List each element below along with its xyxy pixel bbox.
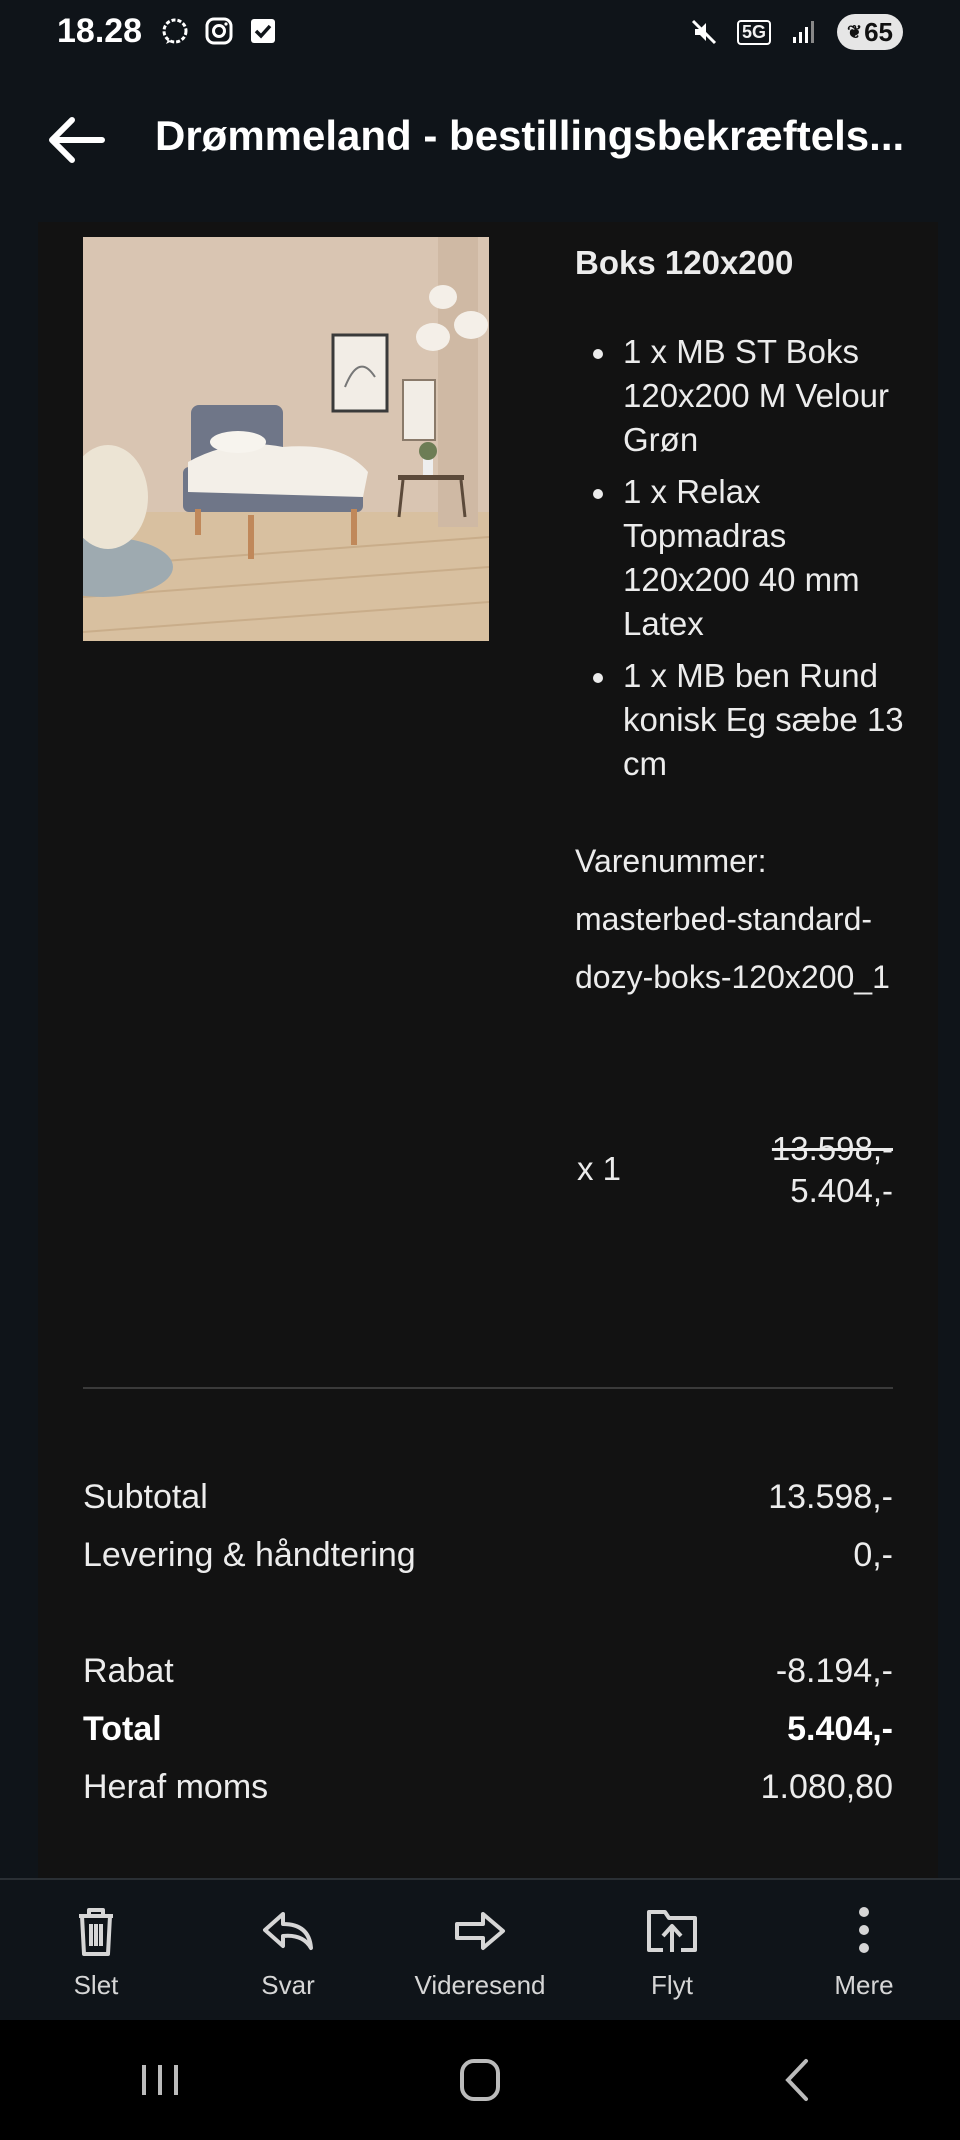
reply-button[interactable]: Svar <box>192 1880 384 2020</box>
status-notification-icons <box>160 16 278 46</box>
discounted-price: 5.404,- <box>790 1172 893 1209</box>
folder-move-icon <box>647 1910 697 1952</box>
product-image <box>83 237 489 641</box>
product-contents-list: 1 x MB ST Boks 120x200 M Velour Grøn 1 x… <box>575 330 915 794</box>
battery-icon: ❦ 65 <box>837 14 903 50</box>
original-price: 13.598,- <box>771 1130 893 1167</box>
chevron-left-icon <box>785 2059 808 2101</box>
battery-level: 65 <box>864 16 893 47</box>
navigation-bar <box>0 2020 960 2140</box>
system-back-button[interactable] <box>740 2040 860 2120</box>
forward-label: Videresend <box>414 1970 546 2000</box>
discount-label: Rabat <box>83 1652 174 1690</box>
mute-icon <box>691 19 717 45</box>
list-item: 1 x MB ben Rund konisk Eg sæbe 13 cm <box>575 654 915 786</box>
product-title: Boks 120x200 <box>575 244 794 281</box>
reply-icon <box>263 1912 313 1950</box>
subtotal-row: Subtotal 13.598,- <box>83 1478 893 1517</box>
battery-leaf-icon: ❦ <box>846 21 863 42</box>
reply-label: Svar <box>261 1970 315 2000</box>
arrow-left-icon <box>49 117 105 163</box>
vat-label: Heraf moms <box>83 1768 269 1806</box>
email-subject: Drømmeland - bestillingsbekræftels... <box>155 112 905 159</box>
list-item: 1 x MB ST Boks 120x200 M Velour Grøn <box>575 330 915 462</box>
subtotal-label: Subtotal <box>83 1478 208 1516</box>
email-action-bar: Slet Svar Videresend Flyt Mere <box>0 1878 960 2020</box>
checkbox-icon <box>251 19 275 43</box>
delete-label: Slet <box>73 1970 119 2000</box>
home-button[interactable] <box>420 2040 540 2120</box>
recent-apps-button[interactable] <box>100 2040 220 2120</box>
vat-row: Heraf moms 1.080,80 <box>83 1768 893 1807</box>
recent-apps-icon <box>142 2065 178 2095</box>
status-time: 18.28 <box>57 12 143 50</box>
delivery-label: Levering & håndtering <box>83 1536 416 1574</box>
email-screen: 18.28 5G ❦ 65 Drømmeland - bestillingsbe… <box>0 0 960 2140</box>
instagram-icon <box>205 17 233 45</box>
list-item: 1 x Relax Topmadras 120x200 40 mm Latex <box>575 470 915 646</box>
more-label: Mere <box>834 1970 894 2000</box>
total-value: 5.404,- <box>787 1710 893 1748</box>
discount-row: Rabat -8.194,- <box>83 1652 893 1691</box>
chat-bubble-icon <box>162 18 188 44</box>
status-bar: 18.28 5G ❦ 65 <box>0 0 960 64</box>
arrow-right-icon <box>455 1912 505 1950</box>
divider <box>83 1387 893 1389</box>
network-type: 5G <box>736 19 771 45</box>
home-icon <box>460 2059 500 2101</box>
total-row: Total 5.404,- <box>83 1710 893 1749</box>
delivery-row: Levering & håndtering 0,- <box>83 1536 893 1575</box>
discount-value: -8.194,- <box>775 1652 893 1690</box>
vat-value: 1.080,80 <box>760 1768 893 1806</box>
app-bar: Drømmeland - bestillingsbekræftels... <box>0 100 960 180</box>
move-button[interactable]: Flyt <box>576 1880 768 2020</box>
trash-icon <box>79 1908 113 1956</box>
back-button[interactable] <box>44 110 108 170</box>
subtotal-value: 13.598,- <box>768 1478 893 1516</box>
more-vertical-icon <box>859 1907 869 1953</box>
move-label: Flyt <box>651 1970 693 2000</box>
forward-button[interactable]: Videresend <box>384 1880 576 2020</box>
total-label: Total <box>83 1710 162 1748</box>
bedroom-photo <box>83 237 489 641</box>
status-system-icons: 5G ❦ 65 <box>689 14 903 50</box>
product-quantity: x 1 <box>577 1150 622 1187</box>
email-body: Boks 120x200 1 x MB ST Boks 120x200 M Ve… <box>38 222 938 1878</box>
product-sku: Varenummer: masterbed-standard-dozy-boks… <box>575 843 890 995</box>
delivery-value: 0,- <box>853 1536 893 1574</box>
delete-button[interactable]: Slet <box>0 1880 192 2020</box>
signal-icon <box>793 21 814 43</box>
more-button[interactable]: Mere <box>768 1880 960 2020</box>
